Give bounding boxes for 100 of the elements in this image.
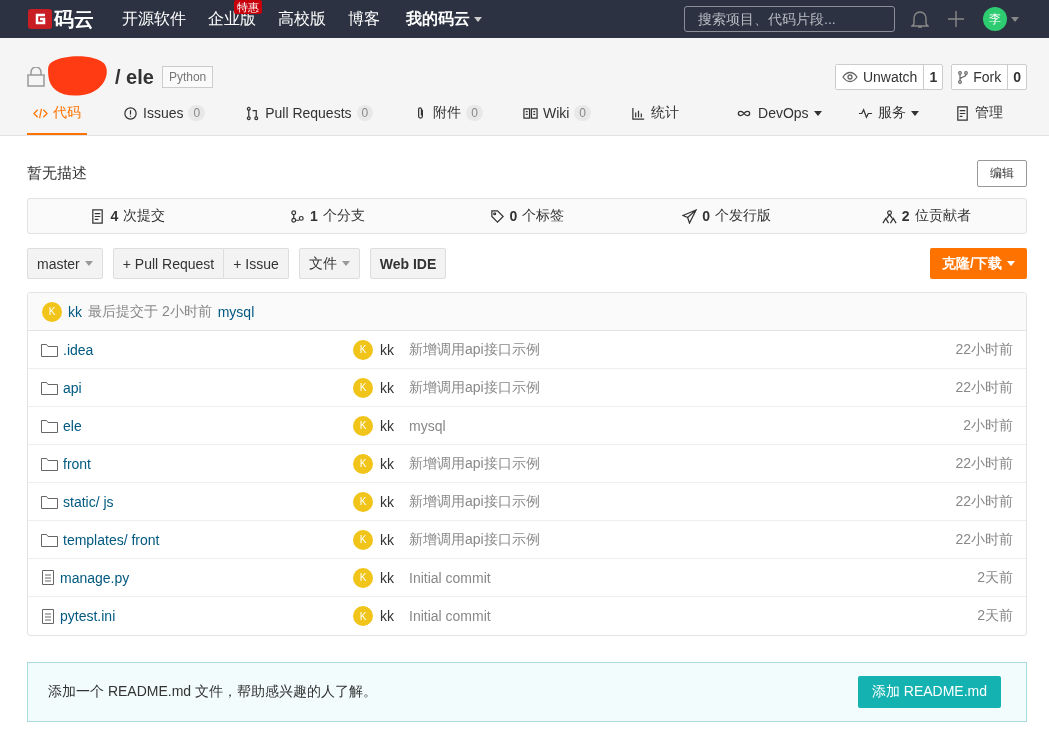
folder-icon <box>41 532 58 547</box>
stat-link[interactable]: 0 个发行版 <box>626 207 827 225</box>
commit-time: 22小时前 <box>955 378 1013 397</box>
commit-time: 22小时前 <box>955 340 1013 359</box>
plus-icon[interactable] <box>947 10 965 28</box>
nav-link[interactable]: 博客 <box>348 8 380 30</box>
tab-count: 0 <box>466 105 483 121</box>
web-ide-button[interactable]: Web IDE <box>369 248 447 279</box>
commit-message[interactable]: 新增调用api接口示例 <box>409 378 956 397</box>
project-name[interactable]: / ele <box>115 65 154 89</box>
author-avatar: K <box>353 529 373 550</box>
repo-tab[interactable]: 附件 0 <box>407 104 489 135</box>
author-name[interactable]: kk <box>380 341 394 358</box>
lock-icon <box>27 67 45 87</box>
watch-control[interactable]: Unwatch 1 <box>834 64 944 90</box>
edit-button[interactable]: 编辑 <box>977 160 1027 187</box>
file-icon <box>41 570 55 585</box>
my-menu[interactable]: 我的码云 <box>406 8 482 30</box>
author-avatar: K <box>353 491 373 512</box>
document-icon <box>90 208 106 224</box>
language-tag: Python <box>161 66 214 88</box>
folder-icon <box>41 418 58 433</box>
stat-link[interactable]: 4 次提交 <box>28 207 228 225</box>
branch-select[interactable]: master <box>27 248 103 279</box>
file-name[interactable]: api <box>63 379 82 396</box>
tag-icon <box>489 208 505 224</box>
search-field[interactable]: 搜索项目、代码片段... <box>684 6 895 32</box>
bell-icon[interactable] <box>911 9 929 29</box>
file-name[interactable]: front <box>63 455 91 472</box>
file-name[interactable]: ele <box>63 417 82 434</box>
repo-tab[interactable]: DevOps <box>729 104 828 135</box>
issue-button[interactable]: + Issue <box>224 248 289 279</box>
repo-tab[interactable]: 服务 <box>851 104 925 135</box>
caret-icon <box>84 261 93 266</box>
author-avatar: K <box>353 606 373 626</box>
nav-link[interactable]: 高校版 <box>278 8 326 30</box>
commit-message[interactable]: 新增调用api接口示例 <box>409 492 956 511</box>
commit-message[interactable]: 新增调用api接口示例 <box>409 340 956 359</box>
pull-request-button[interactable]: + Pull Request <box>112 248 225 279</box>
commit-message[interactable]: mysql <box>217 303 255 320</box>
stat-link[interactable]: 2 位贡献者 <box>826 207 1026 225</box>
logo-text[interactable]: 码云 <box>54 5 94 33</box>
author-avatar: K <box>353 453 373 474</box>
alert-circle-icon <box>123 105 138 121</box>
file-name[interactable]: static/ js <box>63 493 114 510</box>
author-name[interactable]: kk <box>380 455 394 472</box>
fork-icon <box>958 70 969 84</box>
fork-control[interactable]: Fork 0 <box>951 64 1027 90</box>
commit-message[interactable]: Initial commit <box>409 608 978 624</box>
bar-chart-icon <box>631 105 647 121</box>
caret-icon <box>1007 261 1015 266</box>
author-name[interactable]: kk <box>380 493 394 510</box>
repo-tab[interactable]: 管理 <box>948 104 1009 135</box>
people-icon <box>881 208 897 224</box>
fork-label: Fork <box>973 69 1002 85</box>
commit-time: 2小时前 <box>963 416 1013 435</box>
repo-tab[interactable]: Wiki 0 <box>516 104 598 135</box>
file-name[interactable]: manage.py <box>60 569 130 586</box>
file-icon <box>41 608 55 624</box>
caret-icon <box>474 16 482 22</box>
author-name[interactable]: kk <box>380 531 394 548</box>
file-name[interactable]: pytest.ini <box>60 608 116 624</box>
author-avatar: K <box>353 339 373 360</box>
document-icon <box>954 105 970 121</box>
repo-tab[interactable]: Pull Requests 0 <box>239 104 380 135</box>
commit-message[interactable]: 新增调用api接口示例 <box>409 530 956 549</box>
author-name[interactable]: kk <box>380 379 394 396</box>
commit-time: 22小时前 <box>955 530 1013 549</box>
author-avatar: K <box>353 377 373 398</box>
folder-icon <box>41 342 58 357</box>
paper-plane-icon <box>682 208 698 224</box>
commit-time: 22小时前 <box>955 454 1013 473</box>
author-avatar: K <box>353 567 373 588</box>
commit-message[interactable]: 新增调用api接口示例 <box>409 454 956 473</box>
repo-description: 暂无描述 <box>27 164 87 183</box>
commit-message[interactable]: Initial commit <box>409 569 978 586</box>
stat-link[interactable]: 0 个标签 <box>427 207 627 225</box>
pull-request-icon <box>245 105 261 121</box>
folder-icon <box>41 380 58 395</box>
tab-count: 0 <box>356 105 374 121</box>
file-menu[interactable]: 文件 <box>298 248 360 279</box>
commit-message[interactable]: mysql <box>409 417 964 434</box>
tab-count: 0 <box>188 105 206 121</box>
stat-link[interactable]: 1 个分支 <box>227 207 428 225</box>
author-name[interactable]: kk <box>380 608 394 624</box>
commit-time: 22小时前 <box>955 492 1013 511</box>
file-name[interactable]: templates/ front <box>63 531 160 548</box>
author-name[interactable]: kk <box>380 569 394 586</box>
repo-tab[interactable]: 统计 <box>625 104 686 135</box>
repo-tab[interactable]: Issues 0 <box>117 104 212 135</box>
nav-link[interactable]: 开源软件 <box>122 8 186 30</box>
author-name[interactable]: kk <box>380 417 394 434</box>
author-avatar: K <box>353 415 373 436</box>
fork-count: 0 <box>1007 65 1026 89</box>
folder-icon <box>41 494 58 509</box>
caret-icon <box>1011 16 1019 22</box>
file-name[interactable]: .idea <box>63 341 94 358</box>
commit-time: 2天前 <box>977 607 1013 625</box>
author-link[interactable]: kk <box>68 303 82 320</box>
notice-text: 添加一个 README.md 文件，帮助感兴趣的人了解。 <box>48 683 377 701</box>
